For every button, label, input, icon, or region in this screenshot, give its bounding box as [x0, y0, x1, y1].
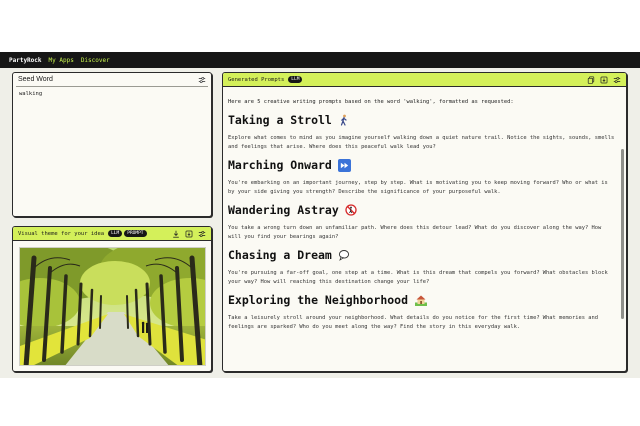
- visual-theme-title: Visual theme for your idea: [18, 230, 105, 237]
- visual-theme-header: Visual theme for your idea LLM PROMPT: [13, 227, 211, 241]
- prompt-heading-text: Taking a Stroll: [228, 113, 332, 127]
- prompt-text: You take a wrong turn down an unfamiliar…: [228, 225, 602, 240]
- save-icon[interactable]: [599, 75, 608, 84]
- prompt-text: You're embarking on an important journey…: [228, 180, 608, 195]
- seed-word-header: Seed Word: [16, 73, 208, 87]
- person-walking-icon: [338, 114, 351, 127]
- copy-icon[interactable]: [586, 75, 595, 84]
- prompt-text: You're pursuing a far-off goal, one step…: [228, 270, 608, 285]
- visual-theme-panel: Visual theme for your idea LLM PROMPT: [12, 226, 212, 372]
- prompt-heading-text: Exploring the Neighborhood: [228, 293, 409, 307]
- prompt-text: Explore what comes to mind as you imagin…: [228, 135, 615, 150]
- generated-image[interactable]: [19, 247, 206, 366]
- generated-prompts-content: Here are 5 creative writing prompts base…: [228, 99, 616, 338]
- top-navbar: PartyRock My Apps Discover: [0, 52, 640, 68]
- scrollbar-track[interactable]: [621, 89, 624, 371]
- brand-logo[interactable]: PartyRock: [9, 57, 42, 64]
- generated-prompts-header: Generated Prompts LLM: [223, 73, 626, 87]
- download-icon[interactable]: [171, 229, 180, 238]
- settings-sliders-icon[interactable]: [197, 229, 206, 238]
- intro-text: Here are 5 creative writing prompts base…: [228, 99, 514, 105]
- nav-link-discover[interactable]: Discover: [81, 57, 110, 64]
- seed-word-panel: Seed Word walking: [12, 72, 212, 217]
- generated-prompts-title: Generated Prompts: [228, 76, 285, 83]
- llm-badge: LLM: [288, 76, 303, 83]
- seed-word-title: Seed Word: [18, 76, 53, 83]
- generated-prompts-panel: Generated Prompts LLM Here are 5 creativ…: [222, 72, 627, 372]
- settings-sliders-icon[interactable]: [612, 75, 621, 84]
- scrollbar-thumb[interactable]: [621, 149, 624, 319]
- prompt-heading: Exploring the Neighborhood: [228, 293, 616, 307]
- letterbox-top: [0, 0, 640, 52]
- fast-forward-icon: [337, 158, 351, 172]
- prompt-badge[interactable]: PROMPT: [124, 230, 147, 237]
- llm-badge: LLM: [108, 230, 123, 237]
- save-icon[interactable]: [184, 229, 193, 238]
- prompt-heading-text: Marching Onward: [228, 158, 332, 172]
- nav-link-my-apps[interactable]: My Apps: [49, 57, 74, 64]
- prompt-text: Take a leisurely stroll around your neig…: [228, 315, 598, 330]
- no-pedestrians-icon: [345, 204, 358, 217]
- prompt-heading: Wandering Astray: [228, 203, 616, 217]
- prompt-heading-text: Chasing a Dream: [228, 248, 332, 262]
- prompt-heading-text: Wandering Astray: [228, 203, 339, 217]
- speech-bubble-icon: [338, 249, 351, 262]
- prompt-heading: Chasing a Dream: [228, 248, 616, 262]
- house-icon: [414, 294, 427, 307]
- letterbox-bottom: [0, 378, 640, 426]
- settings-sliders-icon[interactable]: [197, 75, 206, 84]
- tree-lined-path-illustration: [20, 248, 205, 365]
- prompt-heading: Taking a Stroll: [228, 113, 616, 127]
- prompt-heading: Marching Onward: [228, 158, 616, 172]
- seed-word-input[interactable]: walking: [13, 87, 211, 101]
